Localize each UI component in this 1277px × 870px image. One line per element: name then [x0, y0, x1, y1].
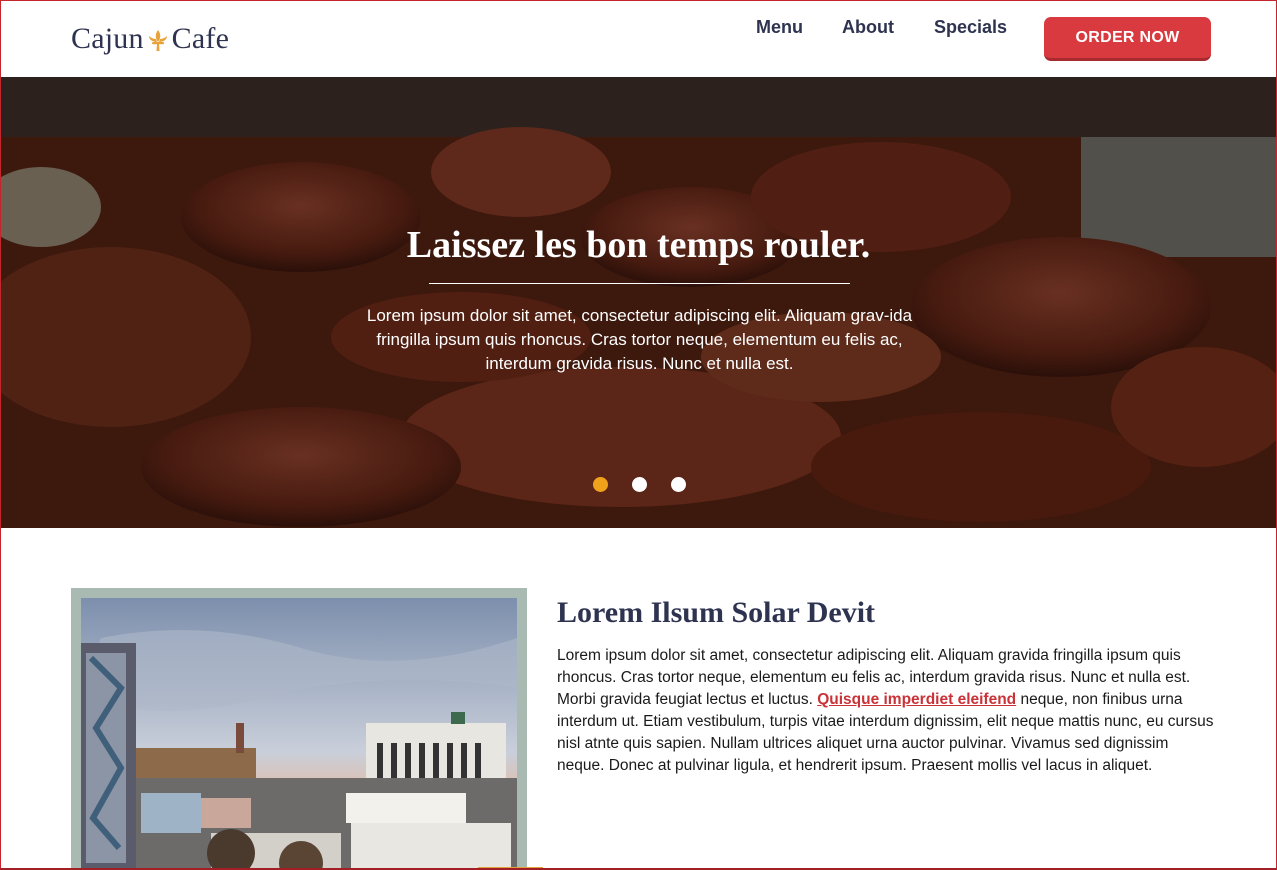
fleur-de-lis-icon — [147, 27, 169, 51]
nav-item-menu[interactable]: Menu — [756, 17, 803, 38]
logo-word-cafe: Cafe — [171, 22, 230, 55]
inline-link[interactable]: Quisque imperdiet eleifend — [817, 691, 1016, 708]
carousel-dot-1[interactable] — [593, 477, 608, 492]
section-body: Lorem ipsum dolor sit amet, consectetur … — [557, 645, 1217, 777]
hero-background-image — [1, 77, 1276, 528]
nav-item-specials[interactable]: Specials — [934, 17, 1007, 38]
site-header: Cajun Cafe Menu About Specials ORDER NOW — [1, 1, 1276, 77]
site-logo[interactable]: Cajun Cafe — [71, 19, 229, 59]
carousel-dot-2[interactable] — [632, 477, 647, 492]
carousel-dot-3[interactable] — [671, 477, 686, 492]
hero-title: Laissez les bon temps rouler. — [406, 224, 871, 266]
page-frame: Cajun Cafe Menu About Specials ORDER NOW — [0, 0, 1277, 870]
city-photo-frame — [71, 588, 527, 868]
section-title: Lorem Ilsum Solar Devit — [557, 596, 876, 629]
nav-item-about[interactable]: About — [842, 17, 894, 38]
order-now-button[interactable]: ORDER NOW — [1044, 17, 1211, 61]
logo-word-cajun: Cajun — [71, 22, 144, 55]
city-skyline-photo — [81, 598, 517, 868]
hero-text: Lorem ipsum dolor sit amet, consectetur … — [366, 306, 913, 373]
hero-carousel: Laissez les bon temps rouler. Lorem ipsu… — [1, 77, 1276, 528]
hero-divider — [429, 283, 850, 284]
